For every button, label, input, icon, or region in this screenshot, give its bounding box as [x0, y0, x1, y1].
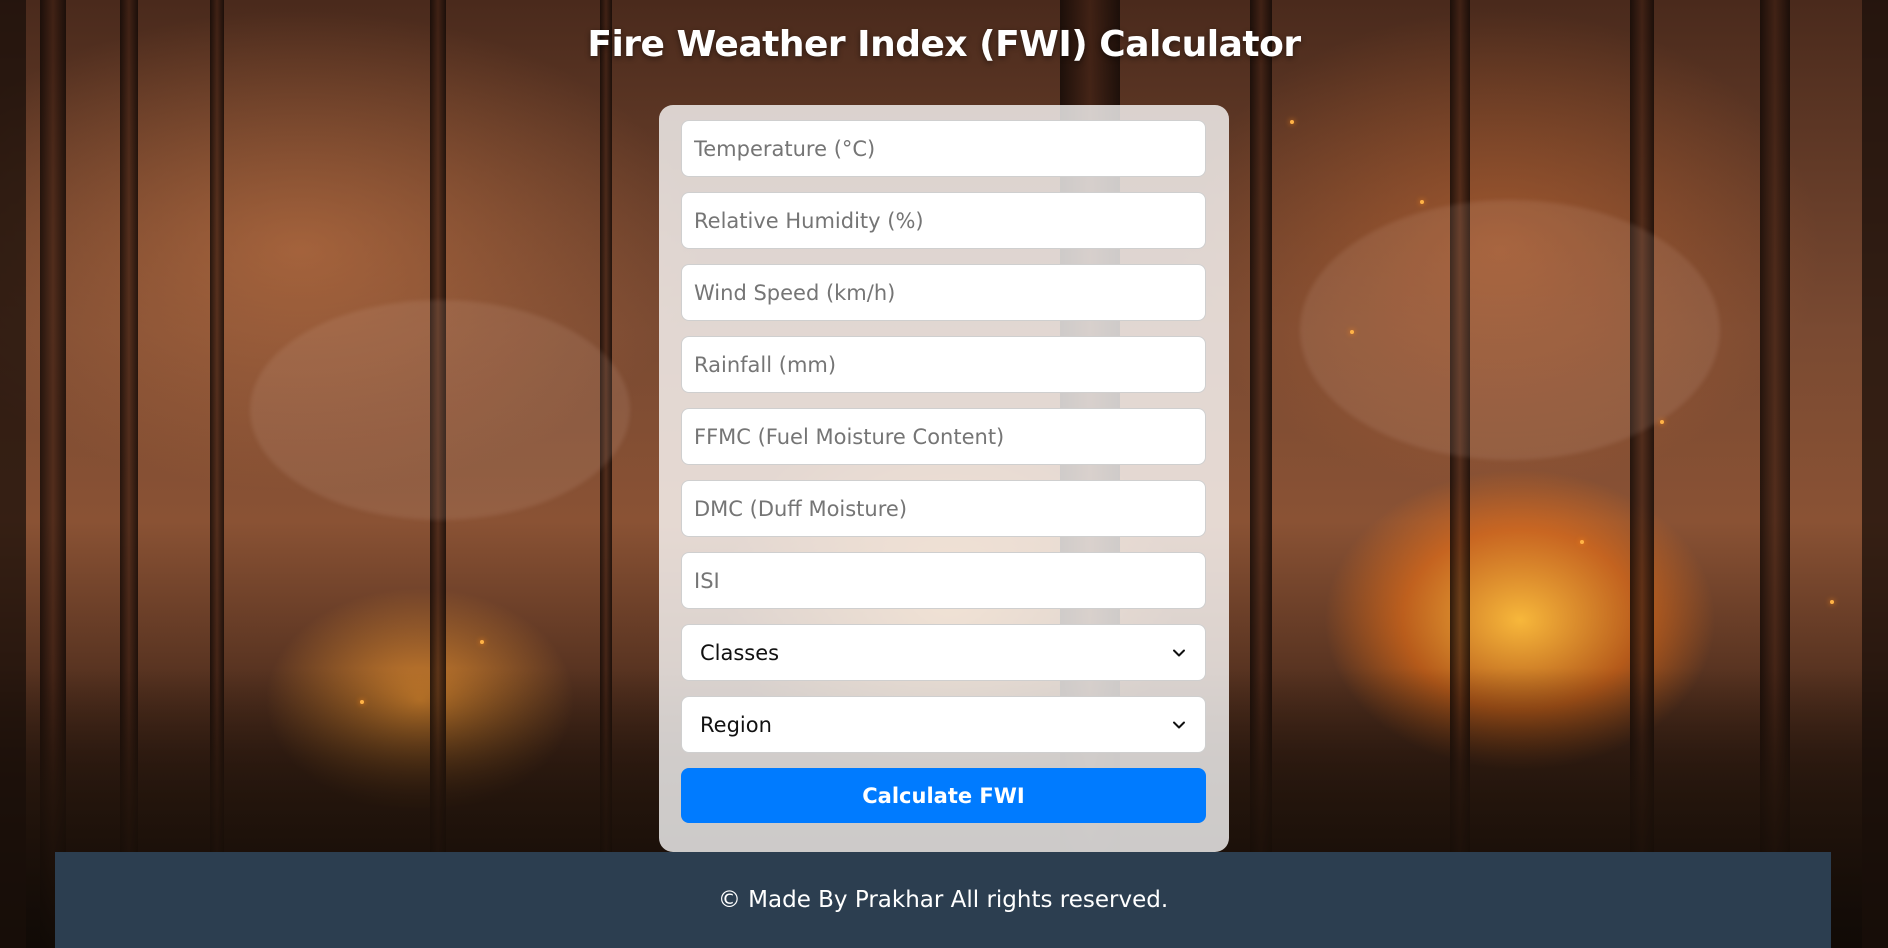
relative-humidity-input[interactable] [681, 192, 1206, 249]
calculate-fwi-button[interactable]: Calculate FWI [681, 768, 1206, 823]
region-select-value: Region [700, 712, 772, 737]
page-title: Fire Weather Index (FWI) Calculator [587, 24, 1301, 65]
wind-speed-input[interactable] [681, 264, 1206, 321]
footer-copyright: © Made By Prakhar All rights reserved. [717, 887, 1169, 913]
chevron-down-icon [1171, 717, 1187, 733]
ffmc-input[interactable] [681, 408, 1206, 465]
chevron-down-icon [1171, 645, 1187, 661]
classes-select[interactable]: Classes [681, 624, 1206, 681]
region-select[interactable]: Region [681, 696, 1206, 753]
dmc-input[interactable] [681, 480, 1206, 537]
rainfall-input[interactable] [681, 336, 1206, 393]
fwi-form: Classes Region Calculate FWI [659, 105, 1229, 852]
footer: © Made By Prakhar All rights reserved. [55, 852, 1831, 948]
temperature-input[interactable] [681, 120, 1206, 177]
classes-select-value: Classes [700, 640, 780, 665]
isi-input[interactable] [681, 552, 1206, 609]
